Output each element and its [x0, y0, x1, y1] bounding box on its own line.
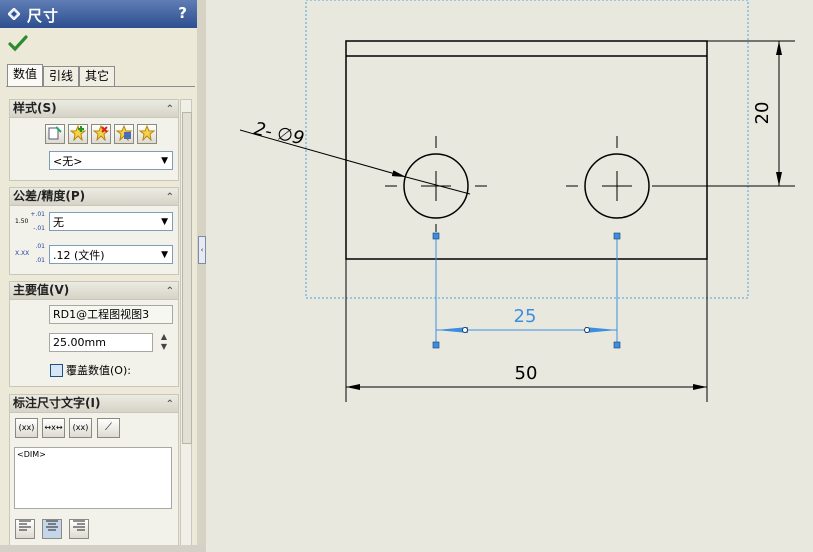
- align-right-icon: [73, 520, 85, 531]
- precision-icon-mid: X.XX: [15, 250, 30, 257]
- tolerance-type-value: 无: [53, 216, 64, 229]
- save-style-button[interactable]: [114, 124, 134, 144]
- tolerance-icon-bot: -.01: [33, 225, 45, 232]
- chevron-down-icon: ▼: [161, 156, 168, 166]
- panel-title-bar: 尺寸 ?: [0, 0, 197, 28]
- spin-up-icon[interactable]: ▲: [157, 332, 171, 342]
- sheet-tab-bar: [0, 545, 206, 552]
- tolerance-icon: +.01 1.50 -.01: [15, 211, 45, 232]
- hole-callout-leader-extension: [405, 176, 471, 195]
- primary-value-group-title: 主要值(V): [13, 283, 70, 297]
- panel-title: 尺寸: [27, 7, 60, 25]
- precision-icon-bot: .01: [35, 257, 45, 264]
- collapse-icon[interactable]: ⌃: [166, 283, 174, 300]
- hole-callout-text[interactable]: 2- ∅9: [252, 118, 306, 149]
- tolerance-icon-top: +.01: [30, 211, 45, 218]
- offset-text-button[interactable]: ⟋: [97, 418, 120, 438]
- tolerance-group-title: 公差/精度(P): [13, 189, 86, 203]
- arrow-handle-left[interactable]: [462, 327, 468, 333]
- style-dropdown[interactable]: <无> ▼: [49, 151, 173, 170]
- ok-check-icon[interactable]: [8, 34, 28, 52]
- style-group: 样式(S) ⌃ <无> ▼: [9, 99, 179, 181]
- override-value-label: 覆盖数值(O):: [66, 364, 131, 377]
- precision-value: .12 (文件): [53, 249, 105, 262]
- arrow-handle-right[interactable]: [584, 327, 590, 333]
- collapse-panel-icon[interactable]: ‹: [198, 236, 206, 264]
- tab-divider: [6, 86, 195, 87]
- style-dropdown-value: <无>: [53, 155, 83, 168]
- tolerance-icon-mid: 1.50: [15, 218, 29, 225]
- override-value-checkbox[interactable]: [50, 364, 63, 377]
- dimension-height-lines[interactable]: [652, 40, 795, 187]
- collapse-icon[interactable]: ⌃: [166, 101, 174, 118]
- align-center-button[interactable]: [42, 519, 62, 539]
- add-style-button[interactable]: [68, 124, 88, 144]
- panel-splitter[interactable]: ‹: [197, 0, 206, 552]
- dimension-text-group: 标注尺寸文字(I) ⌃ (xx) ↔x↔ (xx) ⟋ <DIM>: [9, 394, 179, 546]
- primary-value-group-header[interactable]: 主要值(V) ⌃: [10, 282, 178, 300]
- star-load-icon: [138, 124, 156, 142]
- value-spinner[interactable]: ▲ ▼: [157, 332, 171, 353]
- center-dimension-button[interactable]: ↔x↔: [42, 418, 65, 438]
- precision-icon-top: .01: [35, 243, 45, 250]
- collapse-icon[interactable]: ⌃: [166, 189, 174, 206]
- dimension-reference-field: RD1@工程图视图3: [49, 305, 173, 324]
- delete-style-button[interactable]: [91, 124, 111, 144]
- star-save-icon: [115, 124, 133, 142]
- center-mark-right[interactable]: [566, 136, 632, 201]
- drawing-canvas: 2- ∅9 20 25 50: [239, 0, 795, 402]
- dimension-height-text[interactable]: 20: [752, 102, 773, 125]
- chevron-down-icon: ▼: [161, 217, 168, 227]
- tab-values[interactable]: 数值: [7, 64, 43, 86]
- tab-other[interactable]: 其它: [79, 66, 115, 86]
- tab-leaders[interactable]: 引线: [43, 66, 79, 86]
- tolerance-group-header[interactable]: 公差/精度(P) ⌃: [10, 188, 178, 206]
- dimension-hole-spacing-text[interactable]: 25: [514, 306, 537, 327]
- property-manager-panel: 尺寸 ? 数值 引线 其它 样式(S) ⌃ <无> ▼ 公差/精度(P) ⌃ +…: [0, 0, 198, 552]
- part-outline[interactable]: [345, 40, 708, 260]
- precision-dropdown[interactable]: .12 (文件) ▼: [49, 245, 173, 264]
- parentheses-button[interactable]: (xx): [15, 418, 38, 438]
- primary-value-group: 主要值(V) ⌃ RD1@工程图视图3 25.00mm ▲ ▼ 覆盖数值(O):: [9, 281, 179, 387]
- scrollbar-thumb[interactable]: [182, 112, 192, 444]
- star-delete-icon: [92, 124, 110, 142]
- align-center-icon: [46, 520, 58, 531]
- dimension-width-text[interactable]: 50: [515, 363, 538, 384]
- precision-icon: .01 X.XX .01: [15, 243, 45, 264]
- tolerance-type-dropdown[interactable]: 无 ▼: [49, 212, 173, 231]
- align-left-button[interactable]: [15, 519, 35, 539]
- dimension-text-area[interactable]: <DIM>: [14, 447, 172, 509]
- style-group-header[interactable]: 样式(S) ⌃: [10, 100, 178, 118]
- inspection-dimension-button[interactable]: (xx): [69, 418, 92, 438]
- drawing-view-boundary[interactable]: [305, 0, 749, 299]
- collapse-icon[interactable]: ⌃: [166, 396, 174, 413]
- dimension-value-input[interactable]: 25.00mm: [49, 333, 153, 352]
- chevron-down-icon: ▼: [161, 250, 168, 260]
- spin-down-icon[interactable]: ▼: [157, 342, 171, 352]
- align-left-icon: [19, 520, 31, 531]
- style-group-title: 样式(S): [13, 101, 57, 115]
- tolerance-group: 公差/精度(P) ⌃ +.01 1.50 -.01 无 ▼ .01 X.XX .…: [9, 187, 179, 275]
- align-right-button[interactable]: [69, 519, 89, 539]
- style-apply-icon: [48, 126, 62, 140]
- apply-style-button[interactable]: [45, 124, 65, 144]
- help-button[interactable]: ?: [178, 4, 187, 22]
- load-style-button[interactable]: [137, 124, 157, 144]
- dimension-icon: [8, 8, 20, 20]
- dimension-text-group-header[interactable]: 标注尺寸文字(I) ⌃: [10, 395, 178, 413]
- dimension-text-group-title: 标注尺寸文字(I): [13, 396, 101, 410]
- panel-scrollbar[interactable]: [180, 99, 192, 547]
- star-add-icon: [69, 124, 87, 142]
